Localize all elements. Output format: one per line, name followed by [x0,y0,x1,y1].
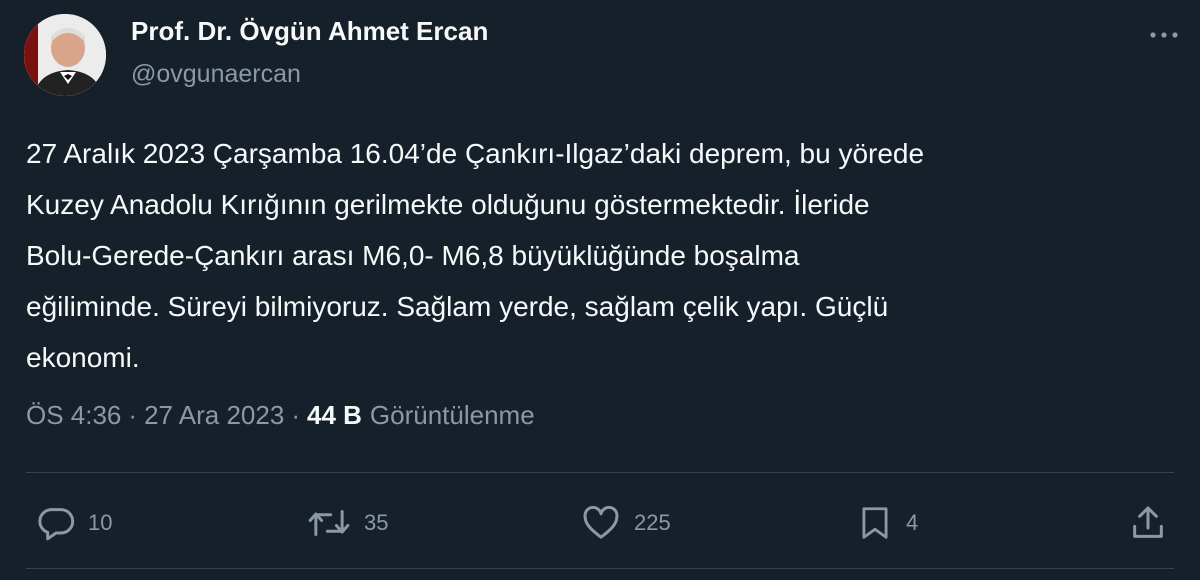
like-button[interactable]: 225 [580,495,671,551]
meta-separator: · [291,400,300,430]
tweet-text: 27 Aralık 2023 Çarşamba 16.04’de Çankırı… [26,138,925,373]
views-count: 44 B [306,400,362,430]
retweet-icon [308,510,350,536]
author-handle[interactable]: @ovgunaercan [131,60,301,89]
bookmark-count: 4 [906,510,919,535]
tweet-date[interactable]: 27 Ara 2023 [144,400,284,431]
profile-photo-icon [24,14,106,96]
author-name[interactable]: Prof. Dr. Övgün Ahmet Ercan [131,16,488,47]
reply-button[interactable]: 10 [36,495,112,551]
tweet-meta: ÖS 4:36 · 27 Ara 2023 · 44 B Görüntülenm… [26,400,535,431]
avatar[interactable] [24,14,106,96]
tweet-card: Prof. Dr. Övgün Ahmet Ercan @ovgunaercan… [0,0,1200,580]
reply-icon [38,508,75,541]
meta-separator: · [128,400,138,430]
bottom-divider [26,568,1174,569]
more-icon [1150,32,1178,38]
retweet-button[interactable]: 35 [306,495,388,551]
tweet-time[interactable]: ÖS 4:36 [26,400,121,431]
bookmark-icon [862,507,888,539]
bookmark-button[interactable]: 4 [856,495,918,551]
action-bar: 10 35 225 4 [0,495,1200,555]
more-button[interactable] [1142,20,1186,50]
views-label: Görüntülenme [369,400,535,430]
share-button[interactable] [1128,495,1168,551]
like-count: 225 [634,510,671,535]
like-icon [583,505,619,539]
share-icon [1133,506,1163,538]
reply-count: 10 [88,510,113,535]
retweet-count: 35 [364,510,389,535]
divider [26,472,1174,473]
